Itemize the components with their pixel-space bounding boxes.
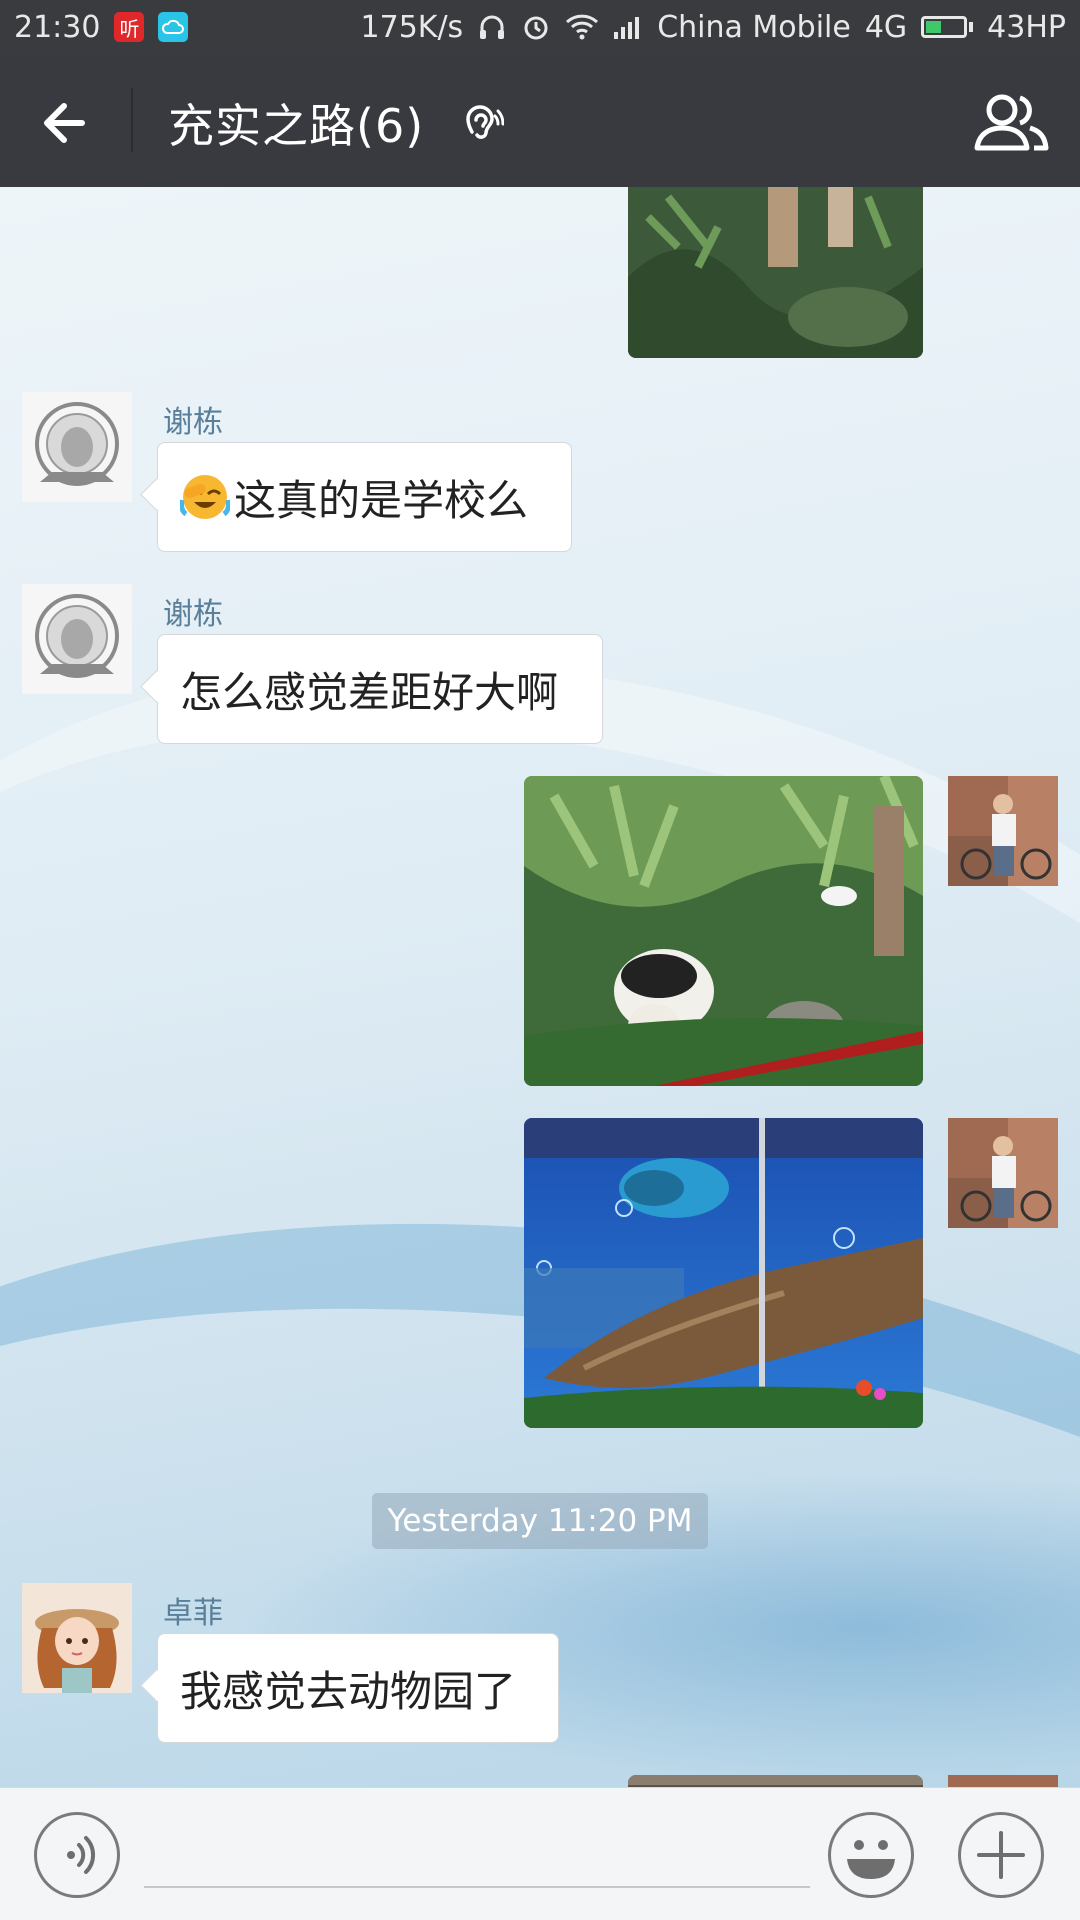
image-message-fish[interactable] xyxy=(524,1118,923,1428)
message-text: 我感觉去动物园了 xyxy=(180,1666,517,1716)
text-message[interactable]: 怎么感觉差距好大啊 xyxy=(157,634,603,744)
sender-name: 谢栋 xyxy=(163,597,223,632)
voice-icon xyxy=(67,1836,96,1874)
arrow-left-icon xyxy=(44,103,85,143)
listen-app-icon: 听 xyxy=(114,12,145,42)
input-bar xyxy=(0,1787,1080,1920)
title-divider xyxy=(131,88,133,152)
voice-input-button[interactable] xyxy=(34,1812,120,1898)
cloud-app-icon xyxy=(158,12,189,42)
my-avatar[interactable] xyxy=(948,1775,1058,1787)
image-message-plants[interactable] xyxy=(628,187,923,358)
my-avatar[interactable] xyxy=(948,1118,1058,1228)
battery-text: 43HP xyxy=(987,9,1066,45)
wifi-icon xyxy=(566,14,599,40)
laugh-cry-emoji-icon xyxy=(180,475,230,519)
avatar-xie-dong[interactable] xyxy=(22,584,132,694)
text-message[interactable]: 我感觉去动物园了 xyxy=(157,1633,559,1743)
people-icon xyxy=(974,94,1049,151)
text-message[interactable]: 这真的是学校么 xyxy=(157,442,572,552)
status-time: 21:30 xyxy=(14,9,101,45)
carrier-name: China Mobile xyxy=(657,9,851,45)
avatar-zhuo-fei[interactable] xyxy=(22,1583,132,1693)
chat-area[interactable]: 谢栋 这真的是学校么 谢栋 怎么感觉差距好大啊 Yesterday 11:20 … xyxy=(0,187,1080,1787)
image-message-partial[interactable] xyxy=(628,1775,923,1787)
message-text: 这真的是学校么 xyxy=(234,475,529,525)
group-members-button[interactable] xyxy=(972,90,1052,154)
message-text: 怎么感觉差距好大啊 xyxy=(180,667,559,717)
sender-name: 卓菲 xyxy=(163,1596,223,1631)
signal-icon xyxy=(614,17,640,39)
battery-fill xyxy=(926,21,942,33)
plus-icon xyxy=(977,1831,1025,1879)
back-button[interactable] xyxy=(30,88,100,158)
image-message-panda[interactable] xyxy=(524,776,923,1086)
sender-name: 谢栋 xyxy=(163,405,223,440)
battery-icon xyxy=(921,16,974,38)
network-type: 4G xyxy=(864,9,908,45)
title-bar: 充实之路(6) xyxy=(0,54,1080,187)
chat-title: 充实之路(6) xyxy=(168,99,425,153)
my-avatar[interactable] xyxy=(948,776,1058,886)
ear-mode-icon xyxy=(460,102,505,146)
emoji-button[interactable] xyxy=(828,1812,914,1898)
timestamp: Yesterday 11:20 PM xyxy=(372,1493,708,1549)
headphones-icon xyxy=(480,15,505,39)
more-options-button[interactable] xyxy=(958,1812,1044,1898)
alarm-icon xyxy=(524,16,548,40)
smiley-icon xyxy=(847,1840,895,1879)
network-speed: 175K/s xyxy=(360,9,464,45)
status-bar: 21:30 听 175K/s China Mobile 4G 43HP xyxy=(0,0,1080,54)
avatar-xie-dong[interactable] xyxy=(22,392,132,502)
message-input[interactable] xyxy=(144,1828,810,1888)
